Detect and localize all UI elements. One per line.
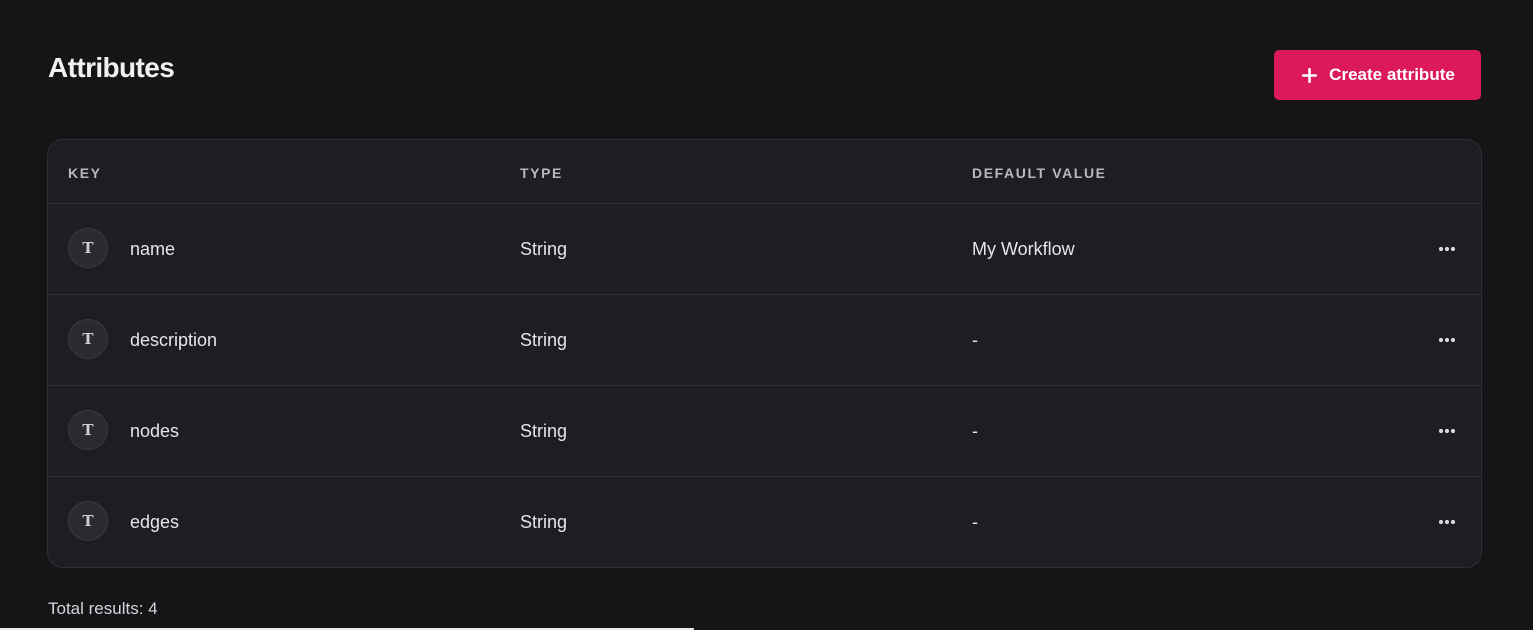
attributes-page: Attributes Create attribute KEY TYPE DEF… bbox=[0, 0, 1533, 630]
table-header: KEY TYPE DEFAULT VALUE bbox=[48, 140, 1481, 204]
page-title: Attributes bbox=[48, 52, 175, 83]
table-row[interactable]: T nodes String - bbox=[48, 386, 1481, 477]
row-actions-button[interactable] bbox=[1432, 513, 1462, 531]
create-attribute-button[interactable]: Create attribute bbox=[1274, 50, 1481, 100]
create-attribute-label: Create attribute bbox=[1329, 65, 1455, 84]
table-row[interactable]: T description String - bbox=[48, 295, 1481, 386]
more-horizontal-icon bbox=[1438, 246, 1456, 252]
row-actions-button[interactable] bbox=[1432, 331, 1462, 349]
table-row[interactable]: T edges String - bbox=[48, 477, 1481, 567]
row-type: String bbox=[520, 512, 568, 532]
row-key: edges bbox=[130, 512, 180, 532]
row-default-value: My Workflow bbox=[972, 239, 1075, 259]
text-type-icon: T bbox=[68, 319, 108, 359]
row-type: String bbox=[520, 330, 568, 350]
total-results: Total results: 4 bbox=[48, 599, 158, 618]
table-row[interactable]: T name String My Workflow bbox=[48, 204, 1481, 295]
row-actions-button[interactable] bbox=[1432, 240, 1462, 258]
row-default-value: - bbox=[972, 421, 978, 441]
row-key: description bbox=[130, 330, 218, 350]
row-key: nodes bbox=[130, 421, 180, 441]
column-header-key: KEY bbox=[68, 165, 102, 181]
text-type-icon: T bbox=[68, 501, 108, 541]
column-header-default-value: DEFAULT VALUE bbox=[972, 165, 1107, 181]
text-type-icon: T bbox=[68, 228, 108, 268]
row-key: name bbox=[130, 239, 176, 259]
row-default-value: - bbox=[972, 330, 978, 350]
attributes-table: KEY TYPE DEFAULT VALUE T name String My … bbox=[47, 139, 1482, 568]
text-type-icon: T bbox=[68, 410, 108, 450]
column-header-type: TYPE bbox=[520, 165, 563, 181]
row-type: String bbox=[520, 239, 568, 259]
plus-icon bbox=[1302, 67, 1318, 83]
more-horizontal-icon bbox=[1438, 428, 1456, 434]
row-default-value: - bbox=[972, 512, 978, 532]
row-actions-button[interactable] bbox=[1432, 422, 1462, 440]
more-horizontal-icon bbox=[1438, 519, 1456, 525]
more-horizontal-icon bbox=[1438, 337, 1456, 343]
row-type: String bbox=[520, 421, 568, 441]
